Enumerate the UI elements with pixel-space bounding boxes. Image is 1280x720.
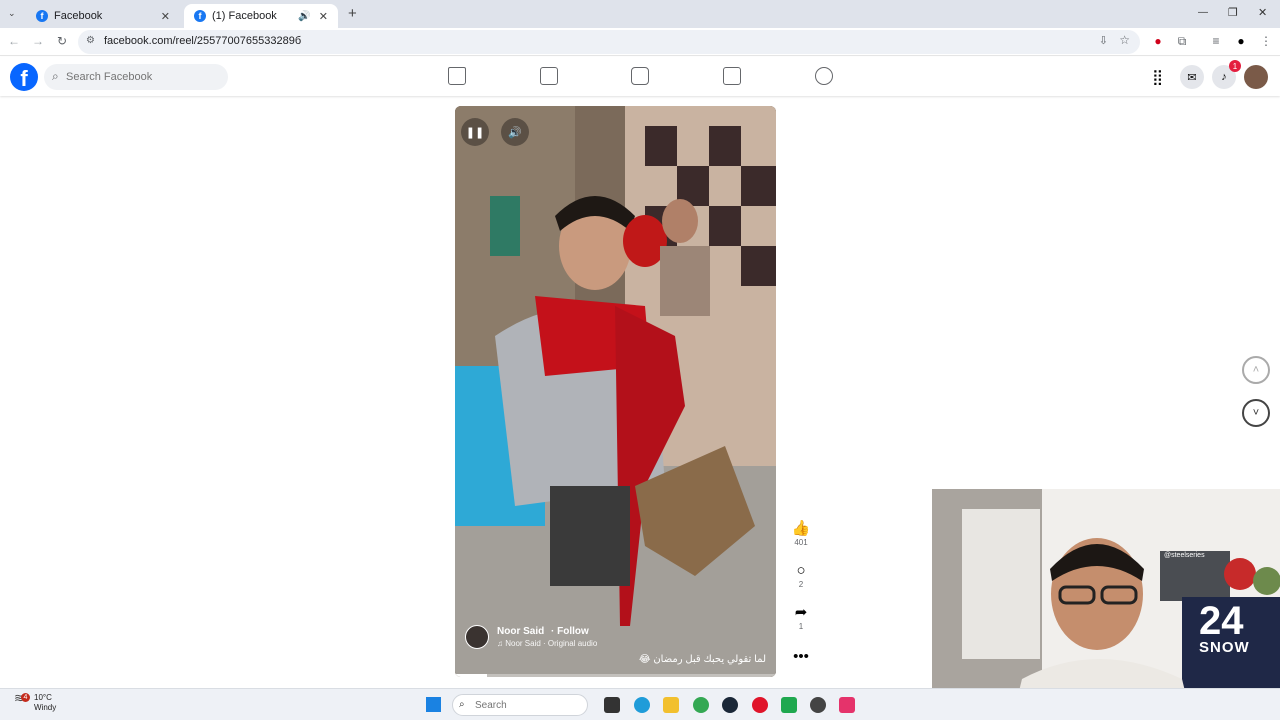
- browser-tab-strip: ⌄ f Facebook ✕ f (1) Facebook 🔊 ✕ + — ❐ …: [0, 0, 1280, 28]
- windows-start-icon[interactable]: [426, 697, 441, 712]
- comment-bubble-icon: ○: [796, 562, 806, 579]
- previous-reel-button[interactable]: ˄: [1242, 356, 1270, 384]
- marketplace-icon[interactable]: [723, 67, 741, 85]
- browser-toolbar: ← → ↻ ⚙ facebook.com/reel/25577007655332…: [0, 28, 1280, 56]
- volume-icon[interactable]: 🔊: [501, 118, 529, 146]
- facebook-logo[interactable]: f: [10, 63, 38, 91]
- like-count: 401: [794, 538, 808, 547]
- windows-taskbar: 4 ≋ 10°C Windy ⌕: [0, 688, 1280, 720]
- close-window-button[interactable]: ✕: [1258, 6, 1267, 19]
- facebook-favicon-icon: f: [194, 10, 206, 22]
- forward-icon[interactable]: →: [30, 34, 46, 48]
- author-avatar[interactable]: [465, 625, 489, 649]
- comment-button[interactable]: ○ 2: [790, 562, 812, 589]
- opera-icon[interactable]: [752, 697, 768, 713]
- reel-progress-bar[interactable]: [455, 674, 776, 677]
- browser-tab-facebook[interactable]: f Facebook ✕: [26, 4, 180, 28]
- tiktok-icon[interactable]: [839, 697, 855, 713]
- more-options-button[interactable]: •••: [790, 648, 812, 666]
- groups-icon[interactable]: [815, 67, 833, 85]
- extensions-puzzle-icon[interactable]: ⧉: [1174, 34, 1190, 49]
- taskbar-search-box[interactable]: ⌕: [452, 694, 588, 716]
- address-bar[interactable]: ⚙ facebook.com/reel/2557700765533289б ⇩ …: [78, 30, 1140, 54]
- profile-avatar-icon[interactable]: ●: [1233, 34, 1249, 48]
- browser-tab-facebook-active[interactable]: f (1) Facebook 🔊 ✕: [184, 4, 338, 28]
- reel-author-block: Noor Said · Follow ♫ Noor Said · Origina…: [465, 625, 597, 649]
- back-icon[interactable]: ←: [6, 34, 22, 48]
- url-text: facebook.com/reel/2557700765533289б: [104, 35, 302, 47]
- pause-button[interactable]: ❚❚: [461, 118, 489, 146]
- like-button[interactable]: 👍 401: [790, 520, 812, 547]
- feeds-icon[interactable]: [540, 67, 558, 85]
- restore-button[interactable]: ❐: [1228, 6, 1238, 19]
- search-icon: ⌕: [52, 69, 59, 83]
- weather-desc: Windy: [34, 703, 57, 712]
- reel-video-frame: [455, 106, 776, 677]
- dark-app-icon[interactable]: [810, 697, 826, 713]
- reel-progress-fill: [455, 674, 488, 677]
- opera-extension-icon[interactable]: ●: [1150, 34, 1166, 48]
- audio-playing-icon[interactable]: 🔊: [298, 11, 310, 22]
- tab-title: Facebook: [54, 10, 103, 22]
- site-info-icon[interactable]: ⚙: [86, 35, 95, 46]
- facebook-search-box[interactable]: ⌕: [44, 64, 228, 90]
- chrome-icon[interactable]: [693, 697, 709, 713]
- install-app-icon[interactable]: ⇩: [1099, 34, 1108, 47]
- steam-icon[interactable]: [722, 697, 738, 713]
- new-tab-button[interactable]: +: [348, 5, 357, 22]
- audio-attribution[interactable]: ♫ Noor Said · Original audio: [497, 639, 597, 648]
- weather-widget[interactable]: 4 ≋ 10°C Windy: [14, 692, 56, 712]
- thumbs-up-icon: 👍: [791, 520, 811, 537]
- reload-icon[interactable]: ↻: [54, 34, 70, 48]
- reel-video-player[interactable]: ❚❚ 🔊 Noor Said · Follow ♫ Noor Said · Or…: [455, 106, 776, 677]
- follow-link[interactable]: · Follow: [551, 626, 589, 637]
- facebook-favicon-icon: f: [36, 10, 48, 22]
- share-count: 1: [798, 622, 804, 631]
- minimize-button[interactable]: —: [1198, 7, 1208, 18]
- tab-title: (1) Facebook: [212, 10, 277, 22]
- author-name[interactable]: Noor Said: [497, 626, 544, 637]
- next-reel-button[interactable]: ˅: [1242, 399, 1270, 427]
- edge-icon[interactable]: [634, 697, 650, 713]
- account-avatar[interactable]: [1244, 65, 1268, 89]
- tab-search-dropdown-icon[interactable]: ⌄: [8, 8, 16, 19]
- media-control-icon[interactable]: ≡: [1208, 34, 1224, 48]
- facebook-top-nav: f ⌕ ⣿ ✉ ♪: [0, 57, 1280, 96]
- share-arrow-icon: ➦: [794, 604, 808, 621]
- bookmark-star-icon[interactable]: ☆: [1119, 33, 1130, 47]
- webcam-overlay: 24 SNOW @steelseries: [932, 489, 1280, 720]
- jersey-name: SNOW: [1199, 639, 1250, 656]
- weather-temp: 10°C: [34, 693, 52, 702]
- facebook-search-input[interactable]: [66, 64, 224, 90]
- jersey-number: 24: [1199, 599, 1244, 643]
- home-icon[interactable]: [448, 67, 466, 85]
- comment-count: 2: [798, 580, 804, 589]
- share-button[interactable]: ➦ 1: [790, 604, 812, 631]
- file-explorer-icon[interactable]: [663, 697, 679, 713]
- close-tab-icon[interactable]: ✕: [161, 10, 170, 23]
- taskbar-search-input[interactable]: [475, 695, 555, 715]
- more-dots-icon: •••: [793, 648, 809, 665]
- weather-badge: 4: [21, 693, 30, 702]
- task-view-icon[interactable]: [604, 697, 620, 713]
- search-icon: ⌕: [459, 699, 465, 710]
- green-arrow-app-icon[interactable]: [781, 697, 797, 713]
- messenger-icon[interactable]: ✉: [1180, 65, 1204, 89]
- menu-grid-icon[interactable]: ⣿: [1152, 68, 1163, 86]
- shelf-label: @steelseries: [1164, 552, 1205, 559]
- reel-caption: 😂 لما تقولي يحبك قبل رمضان: [638, 654, 766, 665]
- notification-badge: 1: [1229, 60, 1241, 72]
- close-tab-icon[interactable]: ✕: [319, 10, 328, 23]
- video-icon[interactable]: [631, 67, 649, 85]
- browser-menu-icon[interactable]: ⋮: [1258, 34, 1274, 48]
